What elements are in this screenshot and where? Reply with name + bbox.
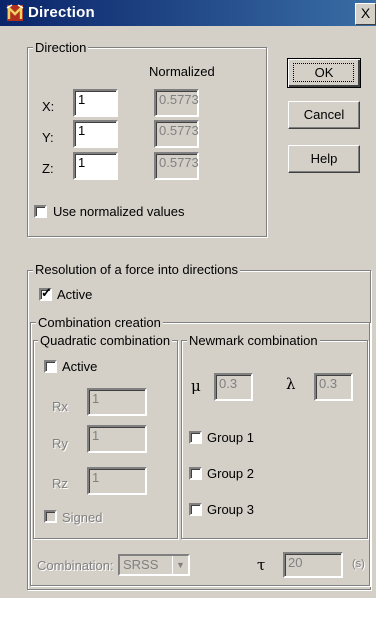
rx-label: Rx (52, 399, 68, 414)
mu-symbol: μ (191, 377, 201, 395)
resolution-active-label: Active (57, 287, 93, 302)
title-bar[interactable]: Direction X (0, 0, 376, 26)
lambda-field: 0.3 (314, 373, 353, 401)
group2-label: Group 2 (207, 466, 254, 481)
mu-field: 0.3 (214, 373, 253, 401)
ok-button-label: OK (314, 65, 334, 80)
quadratic-group-label: Quadratic combination (38, 333, 173, 348)
window-title: Direction (28, 4, 95, 21)
combination-creation-label: Combination creation (36, 315, 163, 330)
y-input[interactable]: 1 (73, 120, 118, 148)
rx-field: 1 (87, 388, 147, 416)
resolution-active-checkbox[interactable]: ✓ (39, 285, 52, 301)
group3-checkbox[interactable] (189, 503, 202, 516)
app-logo-icon (6, 4, 24, 21)
z-input[interactable]: 1 (73, 152, 118, 180)
z-normalized-field: 0.5773 (154, 152, 199, 180)
signed-label: Signed (62, 510, 103, 525)
rz-label: Rz (52, 476, 68, 491)
tau-unit: (s) (352, 558, 365, 570)
bottom-margin (0, 598, 376, 619)
group1-label: Group 1 (207, 430, 254, 445)
quadratic-active-checkbox[interactable] (44, 360, 57, 373)
group1-checkbox[interactable] (189, 431, 202, 444)
direction-dialog: Direction X Direction Normalized X: 1 0.… (0, 0, 376, 617)
use-normalized-label: Use normalized values (53, 204, 185, 219)
ry-field: 1 (87, 425, 147, 453)
combination-selected-value: SRSS (123, 557, 159, 572)
resolution-group-label: Resolution of a force into directions (33, 262, 241, 277)
newmark-group-label: Newmark combination (187, 333, 320, 348)
normalized-header: Normalized (149, 64, 215, 79)
combination-label: Combination: (37, 558, 114, 573)
signed-checkbox (44, 510, 57, 523)
cancel-button[interactable]: Cancel (288, 101, 360, 129)
y-normalized-field: 0.5773 (154, 120, 199, 148)
tau-symbol: τ (257, 556, 266, 574)
z-label: Z: (42, 161, 54, 176)
x-normalized-field: 0.5773 (154, 89, 199, 117)
close-button[interactable]: X (355, 3, 376, 25)
checkmark-icon: ✓ (41, 285, 52, 300)
ry-label: Ry (52, 436, 68, 451)
tau-field: 20 (283, 552, 343, 578)
rz-field: 1 (87, 467, 147, 495)
x-label: X: (42, 99, 55, 114)
y-label: Y: (42, 130, 54, 145)
direction-group-label: Direction (33, 40, 89, 55)
chevron-down-icon: ▼ (172, 556, 188, 574)
use-normalized-checkbox[interactable] (34, 205, 47, 218)
combination-select: SRSS ▼ (118, 554, 190, 576)
x-input[interactable]: 1 (73, 89, 118, 117)
help-button[interactable]: Help (288, 145, 360, 173)
group3-label: Group 3 (207, 502, 254, 517)
lambda-symbol: λ (286, 375, 296, 393)
ok-button[interactable]: OK (287, 58, 361, 88)
group2-checkbox[interactable] (189, 467, 202, 480)
quadratic-active-label: Active (62, 359, 98, 374)
